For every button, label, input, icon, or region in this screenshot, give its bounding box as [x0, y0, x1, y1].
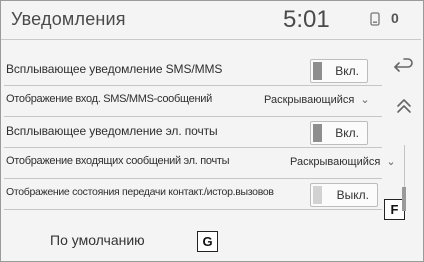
back-arrow-icon[interactable] [393, 58, 415, 78]
toggle-value: Выкл. [336, 188, 369, 202]
toggle-indicator [313, 62, 322, 80]
setting-label: Всплывающее уведомление SMS/MMS [6, 62, 223, 76]
dropdown-value: Раскрывающийся [290, 156, 381, 168]
phone-icon [370, 12, 380, 26]
scrollbar-thumb[interactable] [402, 187, 406, 211]
toggle-indicator [313, 186, 322, 204]
setting-row-email-popup[interactable]: Всплывающее уведомление эл. почты Вкл. [4, 117, 382, 148]
settings-list: Всплывающее уведомление SMS/MMS Вкл. Ото… [4, 55, 396, 210]
setting-label: Отображение вход. SMS/MMS-сообщений [6, 93, 212, 105]
sms-popup-toggle[interactable]: Вкл. [310, 59, 368, 83]
dropdown-value: Раскрывающийся [264, 94, 355, 106]
callout-g: G [197, 231, 218, 252]
header: Уведомления 5:01 0 [1, 1, 421, 40]
toggle-value: Вкл. [335, 64, 359, 78]
toggle-value: Вкл. [335, 126, 359, 140]
setting-label: Всплывающее уведомление эл. почты [6, 124, 218, 138]
setting-label: Отображение состояния передачи контакт./… [6, 186, 274, 198]
page-title: Уведомления [11, 9, 126, 29]
setting-row-sms-popup[interactable]: Всплывающее уведомление SMS/MMS Вкл. [4, 55, 382, 86]
email-popup-toggle[interactable]: Вкл. [310, 121, 368, 145]
transfer-status-toggle[interactable]: Выкл. [310, 183, 378, 207]
default-button[interactable]: По умолчанию [4, 226, 382, 256]
setting-row-transfer-status[interactable]: Отображение состояния передачи контакт./… [4, 179, 382, 210]
clock: 5:01 [283, 6, 330, 33]
setting-row-sms-display[interactable]: Отображение вход. SMS/MMS-сообщений Раск… [4, 86, 382, 117]
setting-row-email-display[interactable]: Отображение входящих сообщений эл. почты… [4, 148, 396, 179]
setting-label: Отображение входящих сообщений эл. почты [6, 155, 230, 167]
default-button-label: По умолчанию [50, 232, 145, 248]
side-controls [386, 55, 422, 225]
status-count: 0 [391, 10, 399, 26]
chevron-down-icon: ⌄ [360, 94, 370, 106]
toggle-indicator [313, 124, 322, 142]
email-display-dropdown[interactable]: Раскрывающийся ⌄ [290, 155, 396, 168]
double-chevron-up-icon[interactable] [394, 97, 414, 115]
sms-display-dropdown[interactable]: Раскрывающийся ⌄ [264, 93, 370, 106]
